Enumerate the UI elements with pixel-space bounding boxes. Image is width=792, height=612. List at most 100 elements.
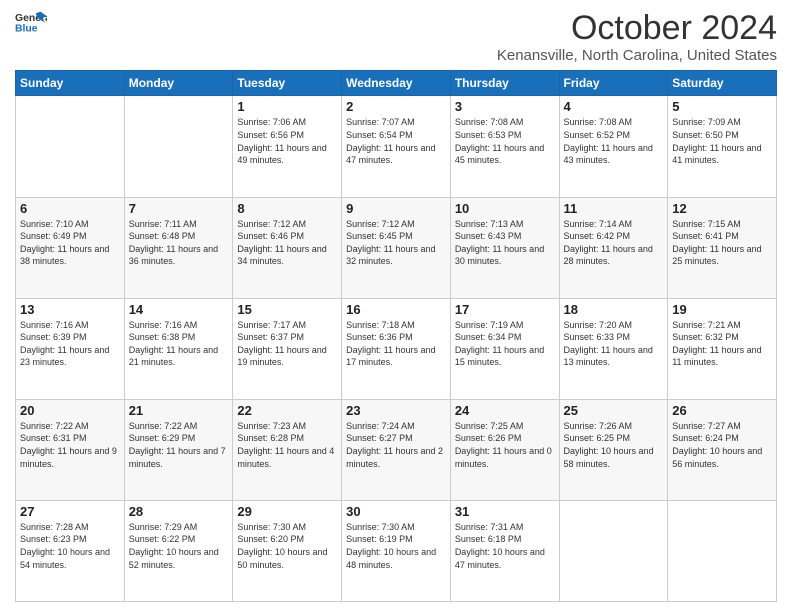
col-friday: Friday — [559, 71, 668, 96]
day-info: Sunrise: 7:23 AM Sunset: 6:28 PM Dayligh… — [237, 420, 337, 470]
calendar-table: Sunday Monday Tuesday Wednesday Thursday… — [15, 70, 777, 602]
week-row-1: 6 Sunrise: 7:10 AM Sunset: 6:49 PM Daylig… — [16, 197, 777, 298]
week-row-0: 1 Sunrise: 7:06 AM Sunset: 6:56 PM Daylig… — [16, 96, 777, 197]
logo-icon: General Blue — [15, 10, 47, 38]
day-number: 15 — [237, 302, 337, 317]
title-block: October 2024 Kenansville, North Carolina… — [497, 10, 777, 64]
day-info: Sunrise: 7:31 AM Sunset: 6:18 PM Dayligh… — [455, 521, 555, 571]
day-number: 27 — [20, 504, 120, 519]
calendar-cell: 22 Sunrise: 7:23 AM Sunset: 6:28 PM Dayli… — [233, 399, 342, 500]
calendar-cell: 17 Sunrise: 7:19 AM Sunset: 6:34 PM Dayli… — [450, 298, 559, 399]
day-number: 17 — [455, 302, 555, 317]
calendar-cell: 12 Sunrise: 7:15 AM Sunset: 6:41 PM Dayli… — [668, 197, 777, 298]
week-row-4: 27Sunrise: 7:28 AM Sunset: 6:23 PM Dayli… — [16, 500, 777, 601]
day-info: Sunrise: 7:10 AM Sunset: 6:49 PM Dayligh… — [20, 218, 120, 268]
day-number: 28 — [129, 504, 229, 519]
day-info: Sunrise: 7:19 AM Sunset: 6:34 PM Dayligh… — [455, 319, 555, 369]
day-number: 10 — [455, 201, 555, 216]
calendar-cell: 9 Sunrise: 7:12 AM Sunset: 6:45 PM Daylig… — [342, 197, 451, 298]
week-row-3: 20Sunrise: 7:22 AM Sunset: 6:31 PM Dayli… — [16, 399, 777, 500]
calendar-cell: 29 Sunrise: 7:30 AM Sunset: 6:20 PM Dayli… — [233, 500, 342, 601]
day-info: Sunrise: 7:22 AM Sunset: 6:29 PM Dayligh… — [129, 420, 229, 470]
day-number: 21 — [129, 403, 229, 418]
header: General Blue October 2024 Kenansville, N… — [15, 10, 777, 64]
day-info: Sunrise: 7:27 AM Sunset: 6:24 PM Dayligh… — [672, 420, 772, 470]
day-number: 18 — [564, 302, 664, 317]
day-number: 5 — [672, 99, 772, 114]
calendar-cell: 5 Sunrise: 7:09 AM Sunset: 6:50 PM Daylig… — [668, 96, 777, 197]
logo: General Blue — [15, 10, 47, 38]
day-number: 11 — [564, 201, 664, 216]
day-number: 29 — [237, 504, 337, 519]
day-info: Sunrise: 7:14 AM Sunset: 6:42 PM Dayligh… — [564, 218, 664, 268]
calendar-cell — [668, 500, 777, 601]
day-info: Sunrise: 7:20 AM Sunset: 6:33 PM Dayligh… — [564, 319, 664, 369]
day-number: 26 — [672, 403, 772, 418]
day-info: Sunrise: 7:16 AM Sunset: 6:39 PM Dayligh… — [20, 319, 120, 369]
calendar-cell: 13 Sunrise: 7:16 AM Sunset: 6:39 PM Dayli… — [16, 298, 125, 399]
calendar-cell: 18 Sunrise: 7:20 AM Sunset: 6:33 PM Dayli… — [559, 298, 668, 399]
day-number: 4 — [564, 99, 664, 114]
calendar-cell — [559, 500, 668, 601]
day-number: 31 — [455, 504, 555, 519]
calendar-cell: 14Sunrise: 7:16 AM Sunset: 6:38 PM Dayli… — [124, 298, 233, 399]
day-number: 8 — [237, 201, 337, 216]
day-number: 30 — [346, 504, 446, 519]
day-info: Sunrise: 7:12 AM Sunset: 6:45 PM Dayligh… — [346, 218, 446, 268]
calendar-cell: 11 Sunrise: 7:14 AM Sunset: 6:42 PM Dayli… — [559, 197, 668, 298]
day-number: 6 — [20, 201, 120, 216]
day-info: Sunrise: 7:08 AM Sunset: 6:52 PM Dayligh… — [564, 116, 664, 166]
day-info: Sunrise: 7:26 AM Sunset: 6:25 PM Dayligh… — [564, 420, 664, 470]
day-info: Sunrise: 7:09 AM Sunset: 6:50 PM Dayligh… — [672, 116, 772, 166]
calendar-body: 1 Sunrise: 7:06 AM Sunset: 6:56 PM Daylig… — [16, 96, 777, 602]
calendar-cell: 7Sunrise: 7:11 AM Sunset: 6:48 PM Daylig… — [124, 197, 233, 298]
day-info: Sunrise: 7:25 AM Sunset: 6:26 PM Dayligh… — [455, 420, 555, 470]
calendar-cell: 10Sunrise: 7:13 AM Sunset: 6:43 PM Dayli… — [450, 197, 559, 298]
day-info: Sunrise: 7:06 AM Sunset: 6:56 PM Dayligh… — [237, 116, 337, 166]
calendar-cell — [124, 96, 233, 197]
calendar-cell: 2Sunrise: 7:07 AM Sunset: 6:54 PM Daylig… — [342, 96, 451, 197]
day-info: Sunrise: 7:15 AM Sunset: 6:41 PM Dayligh… — [672, 218, 772, 268]
main-title: October 2024 — [497, 10, 777, 47]
day-number: 16 — [346, 302, 446, 317]
day-number: 25 — [564, 403, 664, 418]
calendar-cell — [16, 96, 125, 197]
day-info: Sunrise: 7:08 AM Sunset: 6:53 PM Dayligh… — [455, 116, 555, 166]
subtitle: Kenansville, North Carolina, United Stat… — [497, 47, 777, 64]
day-number: 24 — [455, 403, 555, 418]
calendar-cell: 16 Sunrise: 7:18 AM Sunset: 6:36 PM Dayli… — [342, 298, 451, 399]
calendar-cell: 8 Sunrise: 7:12 AM Sunset: 6:46 PM Daylig… — [233, 197, 342, 298]
day-info: Sunrise: 7:22 AM Sunset: 6:31 PM Dayligh… — [20, 420, 120, 470]
day-info: Sunrise: 7:30 AM Sunset: 6:20 PM Dayligh… — [237, 521, 337, 571]
day-info: Sunrise: 7:12 AM Sunset: 6:46 PM Dayligh… — [237, 218, 337, 268]
calendar-cell: 4 Sunrise: 7:08 AM Sunset: 6:52 PM Daylig… — [559, 96, 668, 197]
calendar-cell: 3Sunrise: 7:08 AM Sunset: 6:53 PM Daylig… — [450, 96, 559, 197]
col-sunday: Sunday — [16, 71, 125, 96]
day-number: 13 — [20, 302, 120, 317]
col-saturday: Saturday — [668, 71, 777, 96]
calendar-cell: 19Sunrise: 7:21 AM Sunset: 6:32 PM Dayli… — [668, 298, 777, 399]
calendar-cell: 23Sunrise: 7:24 AM Sunset: 6:27 PM Dayli… — [342, 399, 451, 500]
calendar-cell: 25 Sunrise: 7:26 AM Sunset: 6:25 PM Dayli… — [559, 399, 668, 500]
calendar-cell: 28 Sunrise: 7:29 AM Sunset: 6:22 PM Dayli… — [124, 500, 233, 601]
calendar-cell: 30 Sunrise: 7:30 AM Sunset: 6:19 PM Dayli… — [342, 500, 451, 601]
day-info: Sunrise: 7:18 AM Sunset: 6:36 PM Dayligh… — [346, 319, 446, 369]
day-number: 23 — [346, 403, 446, 418]
calendar-cell: 1 Sunrise: 7:06 AM Sunset: 6:56 PM Daylig… — [233, 96, 342, 197]
calendar-cell: 24 Sunrise: 7:25 AM Sunset: 6:26 PM Dayli… — [450, 399, 559, 500]
day-info: Sunrise: 7:30 AM Sunset: 6:19 PM Dayligh… — [346, 521, 446, 571]
day-info: Sunrise: 7:17 AM Sunset: 6:37 PM Dayligh… — [237, 319, 337, 369]
calendar-cell: 31 Sunrise: 7:31 AM Sunset: 6:18 PM Dayli… — [450, 500, 559, 601]
day-number: 22 — [237, 403, 337, 418]
calendar-cell: 26 Sunrise: 7:27 AM Sunset: 6:24 PM Dayli… — [668, 399, 777, 500]
day-number: 12 — [672, 201, 772, 216]
calendar-cell: 20Sunrise: 7:22 AM Sunset: 6:31 PM Dayli… — [16, 399, 125, 500]
day-info: Sunrise: 7:29 AM Sunset: 6:22 PM Dayligh… — [129, 521, 229, 571]
day-number: 1 — [237, 99, 337, 114]
day-number: 2 — [346, 99, 446, 114]
day-number: 9 — [346, 201, 446, 216]
svg-text:Blue: Blue — [15, 24, 38, 35]
calendar-cell: 6 Sunrise: 7:10 AM Sunset: 6:49 PM Daylig… — [16, 197, 125, 298]
calendar-cell: 15 Sunrise: 7:17 AM Sunset: 6:37 PM Dayli… — [233, 298, 342, 399]
day-number: 7 — [129, 201, 229, 216]
